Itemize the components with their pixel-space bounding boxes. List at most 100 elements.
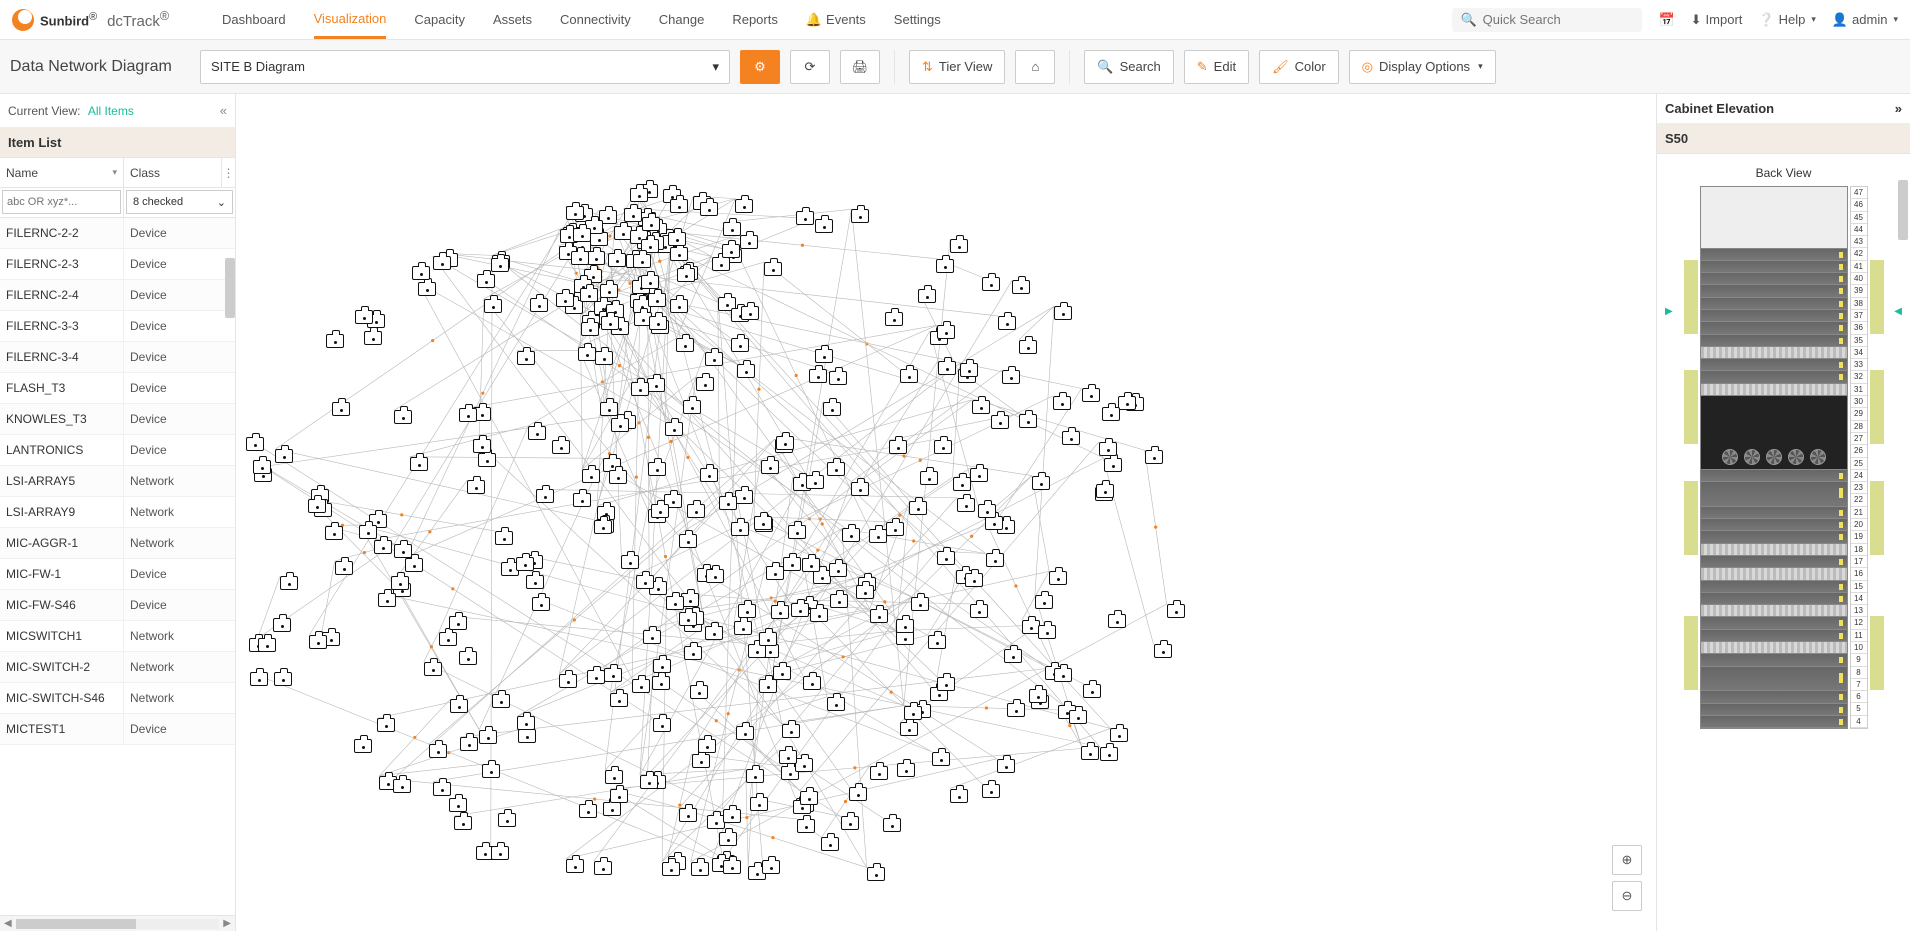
table-row[interactable]: MIC-FW-1Device bbox=[0, 559, 235, 590]
graph-node[interactable] bbox=[1038, 625, 1056, 639]
graph-node[interactable] bbox=[429, 744, 447, 758]
graph-node[interactable] bbox=[698, 739, 716, 753]
graph-node[interactable] bbox=[900, 369, 918, 383]
graph-node[interactable] bbox=[783, 557, 801, 571]
home-button[interactable]: ⌂ bbox=[1015, 50, 1055, 84]
table-row[interactable]: LANTRONICSDevice bbox=[0, 435, 235, 466]
graph-node[interactable] bbox=[1099, 442, 1117, 456]
graph-node[interactable] bbox=[335, 561, 353, 575]
color-button[interactable]: 🖌Color bbox=[1259, 50, 1339, 84]
graph-node[interactable] bbox=[665, 422, 683, 436]
graph-node[interactable] bbox=[1053, 396, 1071, 410]
col-header-name[interactable]: Name▾ bbox=[0, 158, 124, 187]
table-row[interactable]: LSI-ARRAY9Network bbox=[0, 497, 235, 528]
graph-node[interactable] bbox=[374, 540, 392, 554]
search-button[interactable]: 🔍Search bbox=[1084, 50, 1173, 84]
graph-node[interactable] bbox=[723, 809, 741, 823]
graph-node[interactable] bbox=[556, 293, 574, 307]
table-row[interactable]: MICSWITCH1Network bbox=[0, 621, 235, 652]
graph-node[interactable] bbox=[827, 462, 845, 476]
graph-node[interactable] bbox=[449, 798, 467, 812]
graph-node[interactable] bbox=[590, 232, 608, 246]
graph-node[interactable] bbox=[643, 630, 661, 644]
graph-node[interactable] bbox=[856, 585, 874, 599]
graph-node[interactable] bbox=[937, 551, 955, 565]
grid-body[interactable]: FILERNC-2-2DeviceFILERNC-2-3DeviceFILERN… bbox=[0, 218, 235, 915]
graph-node[interactable] bbox=[842, 528, 860, 542]
rack-device-server[interactable] bbox=[1701, 249, 1847, 261]
graph-node[interactable] bbox=[566, 206, 584, 220]
graph-node[interactable] bbox=[791, 603, 809, 617]
graph-node[interactable] bbox=[518, 729, 536, 743]
rack-device-server[interactable] bbox=[1701, 261, 1847, 273]
graph-node[interactable] bbox=[603, 802, 621, 816]
graph-node[interactable] bbox=[723, 222, 741, 236]
graph-node[interactable] bbox=[405, 558, 423, 572]
graph-node[interactable] bbox=[532, 597, 550, 611]
rack-device-server[interactable] bbox=[1701, 581, 1847, 593]
graph-node[interactable] bbox=[246, 437, 264, 451]
graph-node[interactable] bbox=[986, 553, 1004, 567]
graph-node[interactable] bbox=[829, 563, 847, 577]
graph-node[interactable] bbox=[450, 699, 468, 713]
graph-node[interactable] bbox=[355, 310, 373, 324]
graph-node[interactable] bbox=[610, 693, 628, 707]
graph-node[interactable] bbox=[600, 284, 618, 298]
graph-node[interactable] bbox=[735, 490, 753, 504]
table-row[interactable]: MIC-FW-S46Device bbox=[0, 590, 235, 621]
name-filter-input[interactable] bbox=[2, 190, 121, 214]
graph-node[interactable] bbox=[705, 626, 723, 640]
hscroll-track[interactable] bbox=[16, 919, 220, 929]
graph-node[interactable] bbox=[722, 244, 740, 258]
graph-node[interactable] bbox=[454, 816, 472, 830]
rack-elevation[interactable] bbox=[1700, 186, 1848, 729]
graph-node[interactable] bbox=[1049, 571, 1067, 585]
rack-device-server[interactable] bbox=[1701, 593, 1847, 605]
graph-node[interactable] bbox=[578, 347, 596, 361]
diagram-canvas[interactable]: ⊕ ⊖ bbox=[236, 94, 1656, 931]
graph-node[interactable] bbox=[594, 861, 612, 875]
graph-node[interactable] bbox=[918, 289, 936, 303]
graph-node[interactable] bbox=[1019, 414, 1037, 428]
graph-node[interactable] bbox=[679, 808, 697, 822]
display-options-button[interactable]: ◎Display Options▾ bbox=[1349, 50, 1496, 84]
graph-node[interactable] bbox=[624, 208, 642, 222]
table-row[interactable]: KNOWLES_T3Device bbox=[0, 404, 235, 435]
graph-node[interactable] bbox=[991, 415, 1009, 429]
nav-visualization[interactable]: Visualization bbox=[314, 0, 387, 39]
graph-node[interactable] bbox=[653, 718, 671, 732]
graph-node[interactable] bbox=[823, 402, 841, 416]
rack-device-server[interactable] bbox=[1701, 716, 1847, 728]
graph-node[interactable] bbox=[957, 498, 975, 512]
graph-node[interactable] bbox=[491, 258, 509, 272]
graph-node[interactable] bbox=[1004, 649, 1022, 663]
graph-node[interactable] bbox=[460, 737, 478, 751]
column-menu-button[interactable]: ⋮ bbox=[221, 158, 235, 187]
table-row[interactable]: FILERNC-2-2Device bbox=[0, 218, 235, 249]
graph-node[interactable] bbox=[773, 666, 791, 680]
graph-node[interactable] bbox=[354, 739, 372, 753]
graph-node[interactable] bbox=[670, 199, 688, 213]
rack-device-server[interactable] bbox=[1701, 519, 1847, 531]
graph-node[interactable] bbox=[648, 462, 666, 476]
rack-device-chassis[interactable] bbox=[1701, 396, 1847, 470]
graph-node[interactable] bbox=[528, 426, 546, 440]
graph-node[interactable] bbox=[870, 609, 888, 623]
graph-node[interactable] bbox=[412, 266, 430, 280]
graph-node[interactable] bbox=[633, 254, 651, 268]
graph-node[interactable] bbox=[274, 672, 292, 686]
collapse-left-icon[interactable]: « bbox=[220, 103, 227, 118]
graph-node[interactable] bbox=[393, 779, 411, 793]
graph-node[interactable] bbox=[459, 408, 477, 422]
graph-node[interactable] bbox=[611, 418, 629, 432]
rack-device-server[interactable] bbox=[1701, 667, 1847, 692]
graph-node[interactable] bbox=[764, 262, 782, 276]
graph-node[interactable] bbox=[960, 363, 978, 377]
graph-node[interactable] bbox=[449, 616, 467, 630]
graph-node[interactable] bbox=[632, 679, 650, 693]
graph-node[interactable] bbox=[803, 676, 821, 690]
graph-node[interactable] bbox=[1081, 746, 1099, 760]
graph-node[interactable] bbox=[1029, 689, 1047, 703]
graph-node[interactable] bbox=[771, 605, 789, 619]
graph-node[interactable] bbox=[690, 685, 708, 699]
